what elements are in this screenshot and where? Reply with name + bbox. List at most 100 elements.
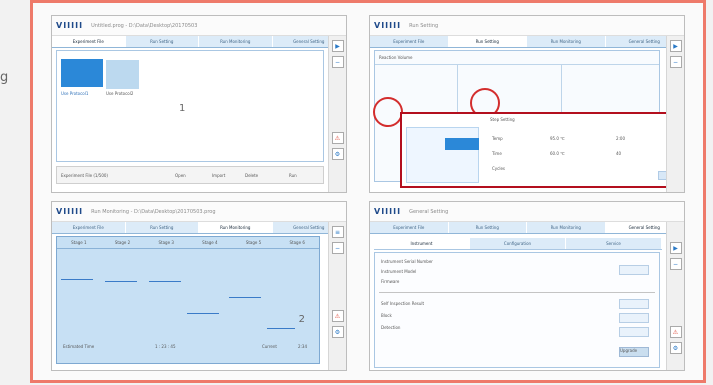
- selected-file-icon[interactable]: [61, 59, 103, 87]
- list-icon[interactable]: ≡: [331, 226, 344, 238]
- cycles-label: Cycles: [492, 166, 506, 171]
- general-sidebar: ▶ − ⚠ ⚙: [666, 222, 684, 370]
- stage-6: Stage 6: [289, 240, 305, 245]
- profile-line-1: [61, 279, 93, 280]
- file-icon[interactable]: [106, 60, 139, 89]
- tab-run-monitoring-4[interactable]: Run Monitoring: [527, 222, 606, 233]
- window-title: Untitled.prog - D:\Data\Desktop\20170503: [91, 22, 198, 29]
- run-button[interactable]: Run: [289, 173, 297, 178]
- play-icon-2[interactable]: ▶: [669, 40, 682, 52]
- time-value[interactable]: 2:00: [616, 136, 625, 141]
- self-inspection-label: Self Inspection Result: [381, 301, 425, 306]
- file-name-2: Use Protocol2: [106, 91, 134, 96]
- number-marker-2: 2: [298, 314, 305, 325]
- upgrade-button[interactable]: Upgrade: [619, 347, 649, 357]
- tab-run-monitoring-2[interactable]: Run Monitoring: [527, 36, 606, 47]
- info-button-2[interactable]: [619, 299, 649, 309]
- tab-run-setting-3[interactable]: Run Setting: [125, 222, 199, 233]
- experiment-file-panel: VIIIII Untitled.prog - D:\Data\Desktop\2…: [51, 15, 347, 193]
- app-logo-3: VIIIII: [56, 207, 84, 216]
- tab-run-setting[interactable]: Run Setting: [125, 36, 199, 47]
- minus-icon-3[interactable]: −: [331, 242, 344, 254]
- experiment-tabs: Experiment File Run Setting Run Monitori…: [52, 36, 346, 48]
- tab-experiment-file-2[interactable]: Experiment File: [370, 36, 449, 47]
- file-list-area: Use Protocol1 Use Protocol2 1: [56, 50, 324, 162]
- app-logo-2: VIIIII: [374, 21, 402, 30]
- warning-icon-2[interactable]: ⚠: [331, 310, 344, 322]
- step-preview: [406, 127, 479, 183]
- detection-label: Detection: [381, 325, 401, 330]
- tab-experiment-file[interactable]: Experiment File: [52, 36, 126, 47]
- run-setting-tabs: Experiment File Run Setting Run Monitori…: [370, 36, 684, 48]
- grid-line: [375, 64, 659, 65]
- profile-line-3: [149, 281, 181, 282]
- tab-run-monitoring[interactable]: Run Monitoring: [199, 36, 273, 47]
- run-setting-topbar: VIIIII Run Setting: [370, 16, 684, 36]
- minus-icon-2[interactable]: −: [669, 56, 682, 68]
- gear-icon-3[interactable]: ⚙: [669, 342, 682, 354]
- profile-line-2: [105, 281, 137, 282]
- outside-text: g: [0, 70, 9, 85]
- play-icon-3[interactable]: ▶: [669, 242, 682, 254]
- run-setting-title: Run Setting: [409, 22, 439, 29]
- warning-icon-3[interactable]: ⚠: [669, 326, 682, 338]
- time-label: Time: [492, 151, 502, 156]
- temp-value[interactable]: 95.0 ℃: [550, 136, 565, 141]
- current-label: Current: [261, 344, 277, 349]
- minus-icon-4[interactable]: −: [669, 258, 682, 270]
- cycles-value[interactable]: 40: [616, 151, 621, 156]
- app-logo-4: VIIIII: [374, 207, 402, 216]
- stage-1: Stage 1: [71, 240, 87, 245]
- stage-4: Stage 4: [202, 240, 218, 245]
- open-button[interactable]: Open: [175, 173, 186, 178]
- sub-tab-service[interactable]: Service: [566, 238, 662, 249]
- temp-label: Temp: [492, 136, 503, 141]
- instrument-serial-label: Instrument Serial Number: [381, 259, 433, 264]
- selected-step[interactable]: [445, 138, 479, 150]
- number-marker: 1: [179, 103, 186, 114]
- general-title: General Setting: [409, 208, 449, 215]
- import-button[interactable]: Import: [212, 173, 225, 178]
- tab-experiment-file-3[interactable]: Experiment File: [52, 222, 126, 233]
- divider-1: [379, 292, 655, 293]
- callout-ring-left: [373, 97, 403, 127]
- play-icon[interactable]: ▶: [331, 40, 344, 52]
- stage-2: Stage 2: [114, 240, 131, 245]
- tab-run-setting-2[interactable]: Run Setting: [448, 36, 527, 47]
- monitor-topbar: VIIIII Run Monitoring - D:\Data\Desktop\…: [52, 202, 346, 222]
- estimated-time-label: Estimated Time: [63, 344, 95, 349]
- general-topbar: VIIIII General Setting: [370, 202, 684, 222]
- block-label: Block: [381, 313, 392, 318]
- tab-run-monitoring-3[interactable]: Run Monitoring: [199, 222, 273, 233]
- gear-icon-2[interactable]: ⚙: [331, 326, 344, 338]
- run-monitoring-panel: VIIIII Run Monitoring - D:\Data\Desktop\…: [51, 201, 347, 371]
- status-text: Experiment File (1/500): [61, 173, 108, 178]
- reaction-volume-label: Reaction Volume: [379, 55, 413, 60]
- info-button-1[interactable]: [619, 265, 649, 275]
- monitor-title: Run Monitoring - D:\Data\Desktop\2017050…: [91, 208, 216, 215]
- tab-experiment-file-4[interactable]: Experiment File: [370, 222, 449, 233]
- step-setting-popup: Step Setting Temp Time Cycles 95.0 ℃ 60.…: [400, 112, 684, 188]
- profile-line-5: [229, 297, 261, 298]
- firmware-label: Firmware: [381, 279, 400, 284]
- app-logo: VIIIII: [56, 21, 84, 30]
- delete-button[interactable]: Delete: [245, 173, 258, 178]
- profile-line-4: [187, 313, 219, 314]
- stage-3: Stage 3: [158, 240, 174, 245]
- instrument-model-label: Instrument Model: [381, 269, 417, 274]
- temp-value-2[interactable]: 60.0 ℃: [550, 151, 565, 156]
- sub-tab-instrument[interactable]: Instrument: [374, 238, 470, 249]
- profile-line-6: [267, 328, 295, 329]
- popup-title: Step Setting: [490, 117, 515, 122]
- monitor-tabs: Experiment File Run Setting Run Monitori…: [52, 222, 346, 234]
- general-tabs: Experiment File Run Setting Run Monitori…: [370, 222, 684, 234]
- run-setting-sidebar: ▶ −: [666, 36, 684, 192]
- sub-tab-configuration[interactable]: Configuration: [470, 238, 566, 249]
- minus-icon[interactable]: −: [331, 56, 344, 68]
- info-button-4[interactable]: [619, 327, 649, 337]
- tab-run-setting-4[interactable]: Run Setting: [448, 222, 527, 233]
- stage-5: Stage 5: [245, 240, 262, 245]
- warning-icon[interactable]: ⚠: [331, 132, 344, 144]
- gear-icon[interactable]: ⚙: [331, 148, 344, 160]
- info-button-3[interactable]: [619, 313, 649, 323]
